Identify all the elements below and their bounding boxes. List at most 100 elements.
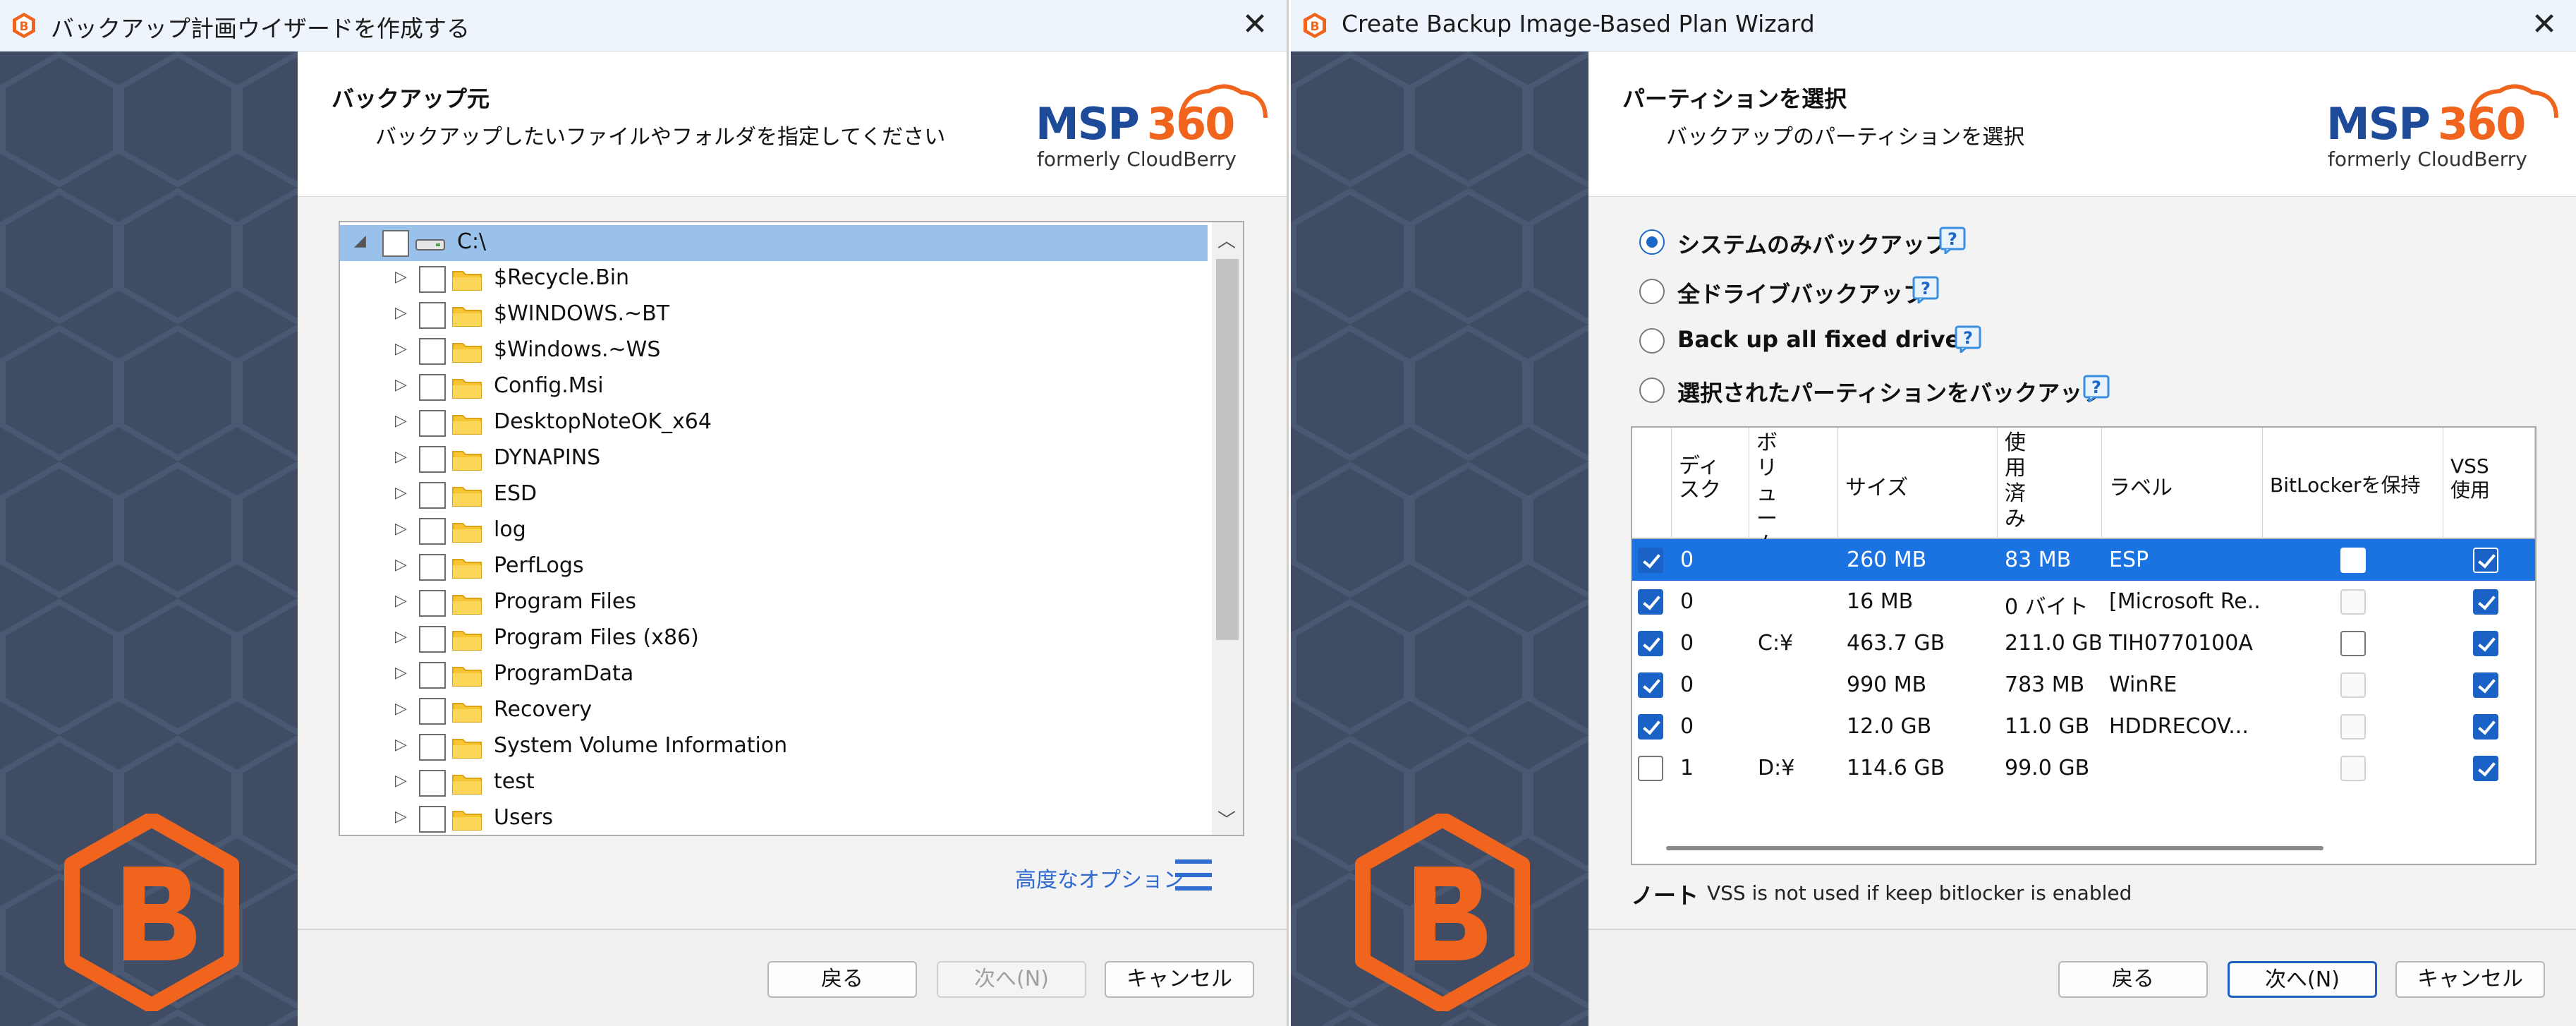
- tree-checkbox[interactable]: [419, 554, 446, 581]
- tree-checkbox[interactable]: [419, 590, 446, 617]
- folder-tree[interactable]: ◢ C:\ ▷ $Recycle.Bin ▷ $WINDOWS.~BT ▷ $Window…: [339, 221, 1244, 836]
- tree-checkbox[interactable]: [419, 626, 446, 653]
- vss-checkbox[interactable]: [2473, 631, 2498, 656]
- tree-checkbox[interactable]: [419, 266, 446, 293]
- tree-checkbox[interactable]: [419, 770, 446, 797]
- tree-vertical-scrollbar[interactable]: ︿ ﹀: [1212, 222, 1243, 835]
- radio-button[interactable]: [1639, 378, 1665, 403]
- vss-checkbox[interactable]: [2473, 548, 2498, 573]
- hamburger-menu-icon[interactable]: [1172, 855, 1215, 895]
- partition-row[interactable]: 0 12.0 GB 11.0 GB HDDRECOV...: [1632, 706, 2535, 747]
- help-icon[interactable]: ?: [1912, 275, 1941, 303]
- row-checkbox[interactable]: [1638, 589, 1663, 615]
- header-volume[interactable]: ボリューム: [1749, 428, 1838, 557]
- header-label[interactable]: ラベル: [2102, 428, 2263, 539]
- expand-arrow-icon[interactable]: ▷: [395, 484, 407, 502]
- expand-arrow-icon[interactable]: ▷: [395, 268, 407, 286]
- bitlocker-checkbox[interactable]: [2340, 714, 2366, 740]
- grid-horizontal-scrollbar[interactable]: [1666, 846, 2323, 850]
- expand-arrow-icon[interactable]: ▷: [395, 556, 407, 574]
- tree-checkbox[interactable]: [419, 482, 446, 509]
- partition-row[interactable]: 1 D:¥ 114.6 GB 99.0 GB: [1632, 747, 2535, 789]
- tree-folder-node[interactable]: ▷ ESD: [340, 477, 1208, 513]
- tree-checkbox[interactable]: [419, 410, 446, 437]
- close-button[interactable]: ✕: [1237, 7, 1272, 42]
- bitlocker-checkbox[interactable]: [2340, 631, 2366, 656]
- row-checkbox[interactable]: [1638, 631, 1663, 656]
- tree-folder-node[interactable]: ▷ Config.Msi: [340, 369, 1208, 405]
- bitlocker-checkbox[interactable]: [2340, 589, 2366, 615]
- tree-checkbox[interactable]: [419, 518, 446, 545]
- collapse-arrow-icon[interactable]: ◢: [354, 232, 366, 250]
- tree-folder-node[interactable]: ▷ $Windows.~WS: [340, 333, 1208, 369]
- tree-checkbox[interactable]: [419, 698, 446, 725]
- vss-checkbox[interactable]: [2473, 589, 2498, 615]
- radio-button[interactable]: [1639, 328, 1665, 354]
- tree-folder-node[interactable]: ▷ Program Files: [340, 585, 1208, 621]
- help-icon[interactable]: ?: [2082, 374, 2112, 402]
- radio-button[interactable]: [1639, 229, 1665, 255]
- scroll-up-icon[interactable]: ︿: [1217, 227, 1236, 253]
- expand-arrow-icon[interactable]: ▷: [395, 808, 407, 826]
- expand-arrow-icon[interactable]: ▷: [395, 628, 407, 646]
- expand-arrow-icon[interactable]: ▷: [395, 664, 407, 682]
- expand-arrow-icon[interactable]: ▷: [395, 772, 407, 790]
- radio-button[interactable]: [1639, 279, 1665, 304]
- row-checkbox[interactable]: [1638, 548, 1663, 573]
- row-checkbox[interactable]: [1638, 672, 1663, 698]
- close-button[interactable]: ✕: [2527, 7, 2562, 42]
- cancel-button[interactable]: キャンセル: [2395, 961, 2545, 998]
- partition-row[interactable]: 0 16 MB 0 バイト [Microsoft Re...: [1632, 581, 2535, 622]
- row-checkbox[interactable]: [1638, 756, 1663, 781]
- bitlocker-checkbox[interactable]: [2340, 672, 2366, 698]
- tree-folder-node[interactable]: ▷ $Recycle.Bin: [340, 261, 1208, 297]
- next-button[interactable]: 次へ(N): [2228, 961, 2377, 998]
- scroll-thumb[interactable]: [1216, 259, 1239, 640]
- tree-checkbox[interactable]: [419, 446, 446, 473]
- expand-arrow-icon[interactable]: ▷: [395, 520, 407, 538]
- bitlocker-checkbox[interactable]: [2340, 548, 2366, 573]
- tree-folder-node[interactable]: ▷ DYNAPINS: [340, 441, 1208, 477]
- tree-folder-node[interactable]: ▷ System Volume Information: [340, 729, 1208, 765]
- bitlocker-checkbox[interactable]: [2340, 756, 2366, 781]
- vss-checkbox[interactable]: [2473, 672, 2498, 698]
- header-size[interactable]: サイズ: [1838, 428, 1998, 539]
- expand-arrow-icon[interactable]: ▷: [395, 412, 407, 430]
- tree-folder-node[interactable]: ▷ ProgramData: [340, 657, 1208, 693]
- header-used[interactable]: 使用済み: [1998, 428, 2102, 539]
- partition-row[interactable]: 0 260 MB 83 MB ESP: [1632, 539, 2535, 581]
- back-button[interactable]: 戻る: [2058, 961, 2208, 998]
- cancel-button[interactable]: キャンセル: [1105, 961, 1254, 998]
- tree-folder-node[interactable]: ▷ PerfLogs: [340, 549, 1208, 585]
- tree-checkbox[interactable]: [419, 338, 446, 365]
- expand-arrow-icon[interactable]: ▷: [395, 448, 407, 466]
- expand-arrow-icon[interactable]: ▷: [395, 340, 407, 358]
- expand-arrow-icon[interactable]: ▷: [395, 700, 407, 718]
- row-checkbox[interactable]: [1638, 714, 1663, 740]
- next-button[interactable]: 次へ(N): [937, 961, 1086, 998]
- tree-folder-node[interactable]: ▷ Recovery: [340, 693, 1208, 729]
- expand-arrow-icon[interactable]: ▷: [395, 376, 407, 394]
- header-vss[interactable]: VSS使用: [2443, 428, 2535, 539]
- vss-checkbox[interactable]: [2473, 756, 2498, 781]
- scroll-down-icon[interactable]: ﹀: [1217, 806, 1236, 832]
- tree-folder-node[interactable]: ▷ DesktopNoteOK_x64: [340, 405, 1208, 441]
- tree-folder-node[interactable]: ▷ $WINDOWS.~BT: [340, 297, 1208, 333]
- tree-checkbox[interactable]: [382, 230, 409, 257]
- tree-checkbox[interactable]: [419, 662, 446, 689]
- header-disk[interactable]: ディスク: [1672, 428, 1749, 539]
- tree-folder-node[interactable]: ▷ test: [340, 765, 1208, 801]
- vss-checkbox[interactable]: [2473, 714, 2498, 740]
- partition-grid[interactable]: ディスク ボリューム サイズ 使用済み ラベル BitLockerを保持 VSS…: [1631, 426, 2536, 865]
- tree-checkbox[interactable]: [419, 734, 446, 761]
- header-bitlocker[interactable]: BitLockerを保持: [2263, 428, 2443, 539]
- expand-arrow-icon[interactable]: ▷: [395, 592, 407, 610]
- help-icon[interactable]: ?: [1938, 226, 1968, 254]
- expand-arrow-icon[interactable]: ▷: [395, 736, 407, 754]
- tree-root-node[interactable]: ◢ C:\: [340, 225, 1208, 261]
- advanced-options-link[interactable]: 高度なオプション: [1015, 862, 1184, 893]
- tree-checkbox[interactable]: [419, 374, 446, 401]
- help-icon[interactable]: ?: [1954, 325, 1983, 353]
- expand-arrow-icon[interactable]: ▷: [395, 304, 407, 322]
- tree-folder-node[interactable]: ▷ Users: [340, 801, 1208, 835]
